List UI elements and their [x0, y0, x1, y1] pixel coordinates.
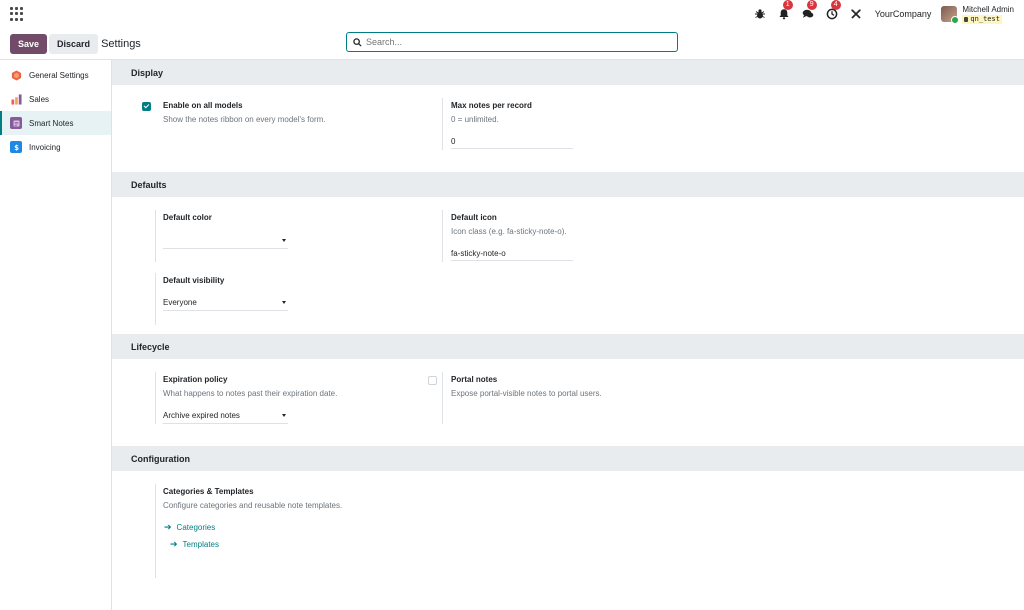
debug-bug-icon[interactable] [753, 7, 767, 21]
portal-notes-checkbox[interactable] [428, 376, 437, 385]
setting-help: Configure categories and reusable note t… [163, 501, 343, 510]
general-settings-icon [10, 69, 22, 81]
section-title-defaults: Defaults [112, 172, 1024, 197]
portal-notes-setting: Portal notes Expose portal-visible notes… [451, 375, 602, 398]
default-icon-setting: Default icon Icon class (e.g. fa-sticky-… [451, 213, 567, 236]
section-title-configuration: Configuration [112, 446, 1024, 471]
section-title-display: Display [112, 60, 1024, 85]
top-navbar: 1 9 4 YourCompany Mitchell Admin qn_test [0, 0, 1024, 28]
sidebar-item-label: Invoicing [29, 142, 61, 152]
setting-title: Default visibility [163, 276, 225, 285]
control-panel: Save Discard Settings [0, 28, 1024, 60]
default-color-select[interactable] [163, 236, 288, 249]
default-visibility-select[interactable]: Everyone [163, 298, 288, 311]
messages-count-badge: 9 [806, 0, 817, 10]
search-box[interactable] [346, 32, 678, 52]
chevron-down-icon [282, 414, 286, 417]
expiration-policy-select[interactable]: Archive expired notes [163, 411, 288, 424]
setting-title: Enable on all models [163, 101, 243, 110]
activity-count-badge: 1 [782, 0, 793, 10]
select-value: Everyone [163, 298, 197, 307]
sidebar-item-general-settings[interactable]: General Settings [0, 63, 111, 87]
default-icon-input[interactable]: fa-sticky-note-o [451, 249, 573, 261]
link-label: Categories [176, 523, 216, 532]
search-input[interactable] [366, 37, 666, 47]
default-color-setting: Default color [163, 213, 212, 222]
link-label: Templates [182, 540, 220, 549]
expiration-policy-setting: Expiration policy What happens to notes … [163, 375, 337, 398]
setting-divider [442, 210, 443, 262]
setting-title: Default color [163, 213, 212, 222]
setting-title: Categories & Templates [163, 487, 254, 496]
setting-title: Expiration policy [163, 375, 228, 384]
setting-divider [155, 484, 156, 578]
chevron-down-icon [282, 239, 286, 242]
apps-menu-icon[interactable] [10, 7, 24, 21]
setting-divider [442, 98, 443, 150]
setting-divider [155, 273, 156, 325]
messages-chat-icon[interactable]: 9 [801, 0, 817, 21]
settings-main: Display Enable on all models Show the no… [112, 60, 1024, 610]
sales-icon [10, 93, 22, 105]
setting-divider [155, 372, 156, 424]
defaults-section: Default color Default icon Icon class (e… [112, 197, 1024, 334]
lifecycle-section: Expiration policy What happens to notes … [112, 359, 1024, 446]
sidebar-item-sales[interactable]: Sales [0, 87, 111, 111]
setting-help: Show the notes ribbon on every model's f… [163, 115, 326, 124]
clock-activity-icon[interactable]: 4 [825, 0, 841, 21]
user-name: Mitchell Admin [962, 4, 1014, 14]
arrow-right-icon: ➔ [164, 522, 172, 532]
save-button[interactable]: Save [10, 33, 48, 54]
chevron-down-icon [282, 301, 286, 304]
database-icon [964, 16, 969, 22]
section-title-lifecycle: Lifecycle [112, 334, 1024, 359]
setting-title: Max notes per record [451, 101, 532, 110]
setting-divider [442, 372, 443, 424]
discard-button[interactable]: Discard [49, 33, 99, 54]
enable-all-models-checkbox[interactable] [142, 102, 151, 111]
smart-notes-icon [10, 117, 22, 129]
svg-text:$: $ [14, 143, 19, 151]
company-switcher[interactable]: YourCompany [875, 9, 932, 19]
sidebar-item-invoicing[interactable]: $ Invoicing [0, 135, 111, 159]
setting-help: 0 = unlimited. [451, 115, 499, 124]
database-name: qn_test [970, 14, 1000, 23]
configuration-section: Categories & Templates Configure categor… [112, 471, 1024, 601]
settings-sidebar: General Settings Sales Smart Notes $ Inv… [0, 60, 112, 610]
tools-icon[interactable] [849, 7, 863, 21]
database-badge: qn_test [962, 14, 1002, 24]
max-notes-setting: Max notes per record 0 = unlimited. [451, 101, 532, 124]
templates-link[interactable]: ➔ Templates [170, 539, 219, 550]
setting-divider [155, 210, 156, 262]
user-menu[interactable]: Mitchell Admin qn_test [962, 5, 1014, 24]
search-icon [353, 37, 362, 47]
arrow-right-icon: ➔ [170, 539, 178, 549]
setting-title: Default icon [451, 213, 497, 222]
enable-all-models-setting: Enable on all models Show the notes ribb… [163, 101, 326, 124]
setting-help: What happens to notes past their expirat… [163, 389, 338, 398]
categories-link[interactable]: ➔ Categories [164, 522, 215, 533]
categories-templates-setting: Categories & Templates Configure categor… [163, 487, 342, 510]
activity-bell-icon[interactable]: 1 [777, 0, 793, 21]
sidebar-item-label: General Settings [29, 70, 89, 80]
setting-help: Expose portal-visible notes to portal us… [451, 389, 602, 398]
systray: 1 9 4 YourCompany Mitchell Admin qn_test [743, 0, 1014, 24]
display-section: Enable on all models Show the notes ribb… [112, 85, 1024, 172]
user-avatar[interactable] [941, 6, 960, 24]
max-notes-input[interactable]: 0 [451, 137, 573, 149]
setting-help: Icon class (e.g. fa-sticky-note-o). [451, 227, 567, 236]
sidebar-item-label: Sales [29, 94, 50, 104]
sidebar-item-label: Smart Notes [29, 118, 74, 128]
invoicing-icon: $ [10, 141, 22, 153]
select-value: Archive expired notes [163, 411, 240, 420]
setting-title: Portal notes [451, 375, 498, 384]
clock-count-badge: 4 [830, 0, 841, 10]
breadcrumb: Settings [101, 37, 141, 50]
default-visibility-setting: Default visibility [163, 276, 224, 285]
sidebar-item-smart-notes[interactable]: Smart Notes [0, 111, 111, 135]
